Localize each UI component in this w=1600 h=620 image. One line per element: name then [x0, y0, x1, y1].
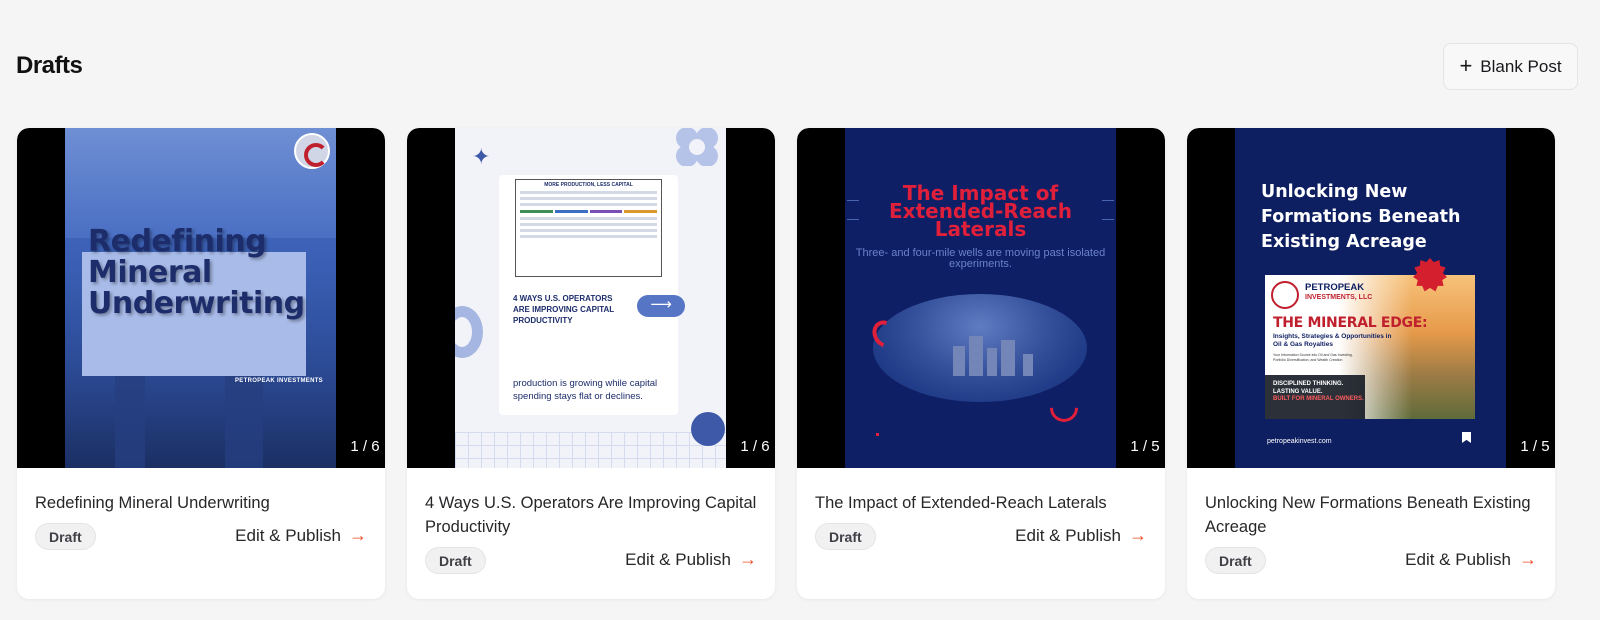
tagline-line: BUILT FOR MINERAL OWNERS. — [1273, 396, 1364, 402]
fine-print: Your Information Source into Oil and Gas… — [1273, 353, 1353, 362]
slide-headline: Redefining Mineral Underwriting — [88, 224, 305, 321]
feature-subtitle: Insights, Strategies & Opportunities in … — [1273, 333, 1392, 348]
arrow-right-icon: → — [349, 525, 367, 545]
feature-image: PETROPEAK INVESTMENTS, LLC THE MINERAL E… — [1265, 275, 1475, 419]
slide-counter: 1 / 5 — [1509, 424, 1555, 468]
slide-preview: The Impact of Extended-Reach Laterals Th… — [845, 128, 1116, 468]
slide-preview: Redefining Mineral Underwriting PETROPEA… — [65, 128, 336, 468]
slide-preview: Unlocking New Formations Beneath Existin… — [1235, 128, 1506, 468]
red-arc-shape — [1044, 388, 1084, 428]
doc-bars — [520, 210, 657, 213]
slide-subtitle: Three- and four-mile wells are moving pa… — [855, 247, 1106, 270]
card-thumbnail[interactable]: The Impact of Extended-Reach Laterals Th… — [797, 128, 1165, 468]
doc-row — [520, 203, 657, 206]
slide-counter: 1 / 6 — [339, 424, 385, 468]
brand-logo — [1271, 281, 1299, 309]
brand-logo — [294, 133, 330, 169]
slide-counter: 1 / 5 — [1119, 424, 1165, 468]
page-header: Drafts + Blank Post — [0, 0, 1600, 120]
bookmark-icon — [1462, 432, 1471, 443]
edit-publish-link[interactable]: Edit & Publish → — [1405, 549, 1537, 570]
flower-shape — [676, 128, 718, 166]
card-thumbnail[interactable]: Unlocking New Formations Beneath Existin… — [1187, 128, 1555, 468]
tagline-line: LASTING VALUE. — [1273, 388, 1323, 395]
doc-row — [520, 223, 657, 226]
edit-publish-label: Edit & Publish — [235, 525, 341, 545]
tagline-line: DISCIPLINED THINKING. — [1273, 381, 1344, 387]
slide-headline: 4 WAYS U.S. OPERATORS ARE IMPROVING CAPI… — [513, 294, 615, 325]
edit-publish-label: Edit & Publish — [1015, 525, 1121, 545]
doc-row — [520, 229, 657, 232]
page-title: Drafts — [16, 52, 83, 79]
doc-title: MORE PRODUCTION, LESS CAPITAL — [544, 182, 633, 188]
card-title: Unlocking New Formations Beneath Existin… — [1205, 494, 1531, 536]
brand-line: PETROPEAK — [1305, 282, 1365, 293]
slide-body: production is growing while capital spen… — [513, 378, 658, 402]
slide-url: petropeakinvest.com — [1267, 438, 1332, 445]
edit-publish-link[interactable]: Edit & Publish → — [235, 525, 367, 546]
arrow-pill-icon: ⟶ — [637, 295, 685, 317]
status-badge: Draft — [815, 523, 876, 550]
sparkle-icon: ✦ — [472, 144, 491, 169]
draft-card[interactable]: Redefining Mineral Underwriting PETROPEA… — [17, 128, 385, 599]
edit-publish-label: Edit & Publish — [625, 549, 731, 569]
arrow-right-icon: → — [1519, 549, 1537, 569]
card-title: Redefining Mineral Underwriting — [35, 494, 270, 512]
status-badge: Draft — [1205, 547, 1266, 574]
infographic-thumb: MORE PRODUCTION, LESS CAPITAL — [515, 179, 662, 277]
feature-title: THE MINERAL EDGE: — [1273, 315, 1428, 331]
slide-counter: 1 / 6 — [729, 424, 775, 468]
card-title: 4 Ways U.S. Operators Are Improving Capi… — [425, 494, 757, 536]
brand-name: PETROPEAK INVESTMENTS, LLC — [1305, 283, 1372, 303]
grid-pattern — [455, 432, 726, 468]
card-thumbnail[interactable]: ✦ MORE PRODUCTION, LESS CAPITAL 4 WAYS U… — [407, 128, 775, 468]
half-circle-shape — [455, 306, 483, 358]
brand-line: INVESTMENTS, LLC — [1305, 294, 1373, 301]
blank-post-label: Blank Post — [1480, 56, 1562, 76]
status-badge: Draft — [425, 547, 486, 574]
city-oval-image — [873, 294, 1087, 402]
card-title: The Impact of Extended-Reach Laterals — [815, 494, 1107, 512]
doc-row — [520, 235, 657, 238]
arrow-right-icon: → — [1129, 525, 1147, 545]
edit-publish-link[interactable]: Edit & Publish → — [625, 549, 757, 570]
edit-publish-label: Edit & Publish — [1405, 549, 1511, 569]
draft-card[interactable]: Unlocking New Formations Beneath Existin… — [1187, 128, 1555, 599]
arrow-right-icon: → — [739, 549, 757, 569]
slide-preview: ✦ MORE PRODUCTION, LESS CAPITAL 4 WAYS U… — [455, 128, 726, 468]
doc-row — [520, 217, 657, 220]
draft-card[interactable]: ✦ MORE PRODUCTION, LESS CAPITAL 4 WAYS U… — [407, 128, 775, 599]
tagline: DISCIPLINED THINKING. LASTING VALUE. BUI… — [1273, 381, 1364, 404]
draft-card[interactable]: The Impact of Extended-Reach Laterals Th… — [797, 128, 1165, 599]
content-panel: MORE PRODUCTION, LESS CAPITAL 4 WAYS U.S… — [499, 175, 685, 415]
circle-shape — [691, 412, 725, 446]
slide-headline: The Impact of Extended-Reach Laterals — [889, 181, 1072, 241]
doc-row — [520, 197, 657, 200]
red-dot — [876, 433, 879, 436]
status-badge: Draft — [35, 523, 96, 550]
slide-brand: PETROPEAK INVESTMENTS — [235, 378, 323, 384]
slide-headline: Unlocking New Formations Beneath Existin… — [1261, 182, 1461, 252]
doc-row — [520, 191, 657, 194]
edit-publish-link[interactable]: Edit & Publish → — [1015, 525, 1147, 546]
card-thumbnail[interactable]: Redefining Mineral Underwriting PETROPEA… — [17, 128, 385, 468]
plus-icon: + — [1459, 52, 1473, 78]
blank-post-button[interactable]: + Blank Post — [1443, 43, 1578, 90]
